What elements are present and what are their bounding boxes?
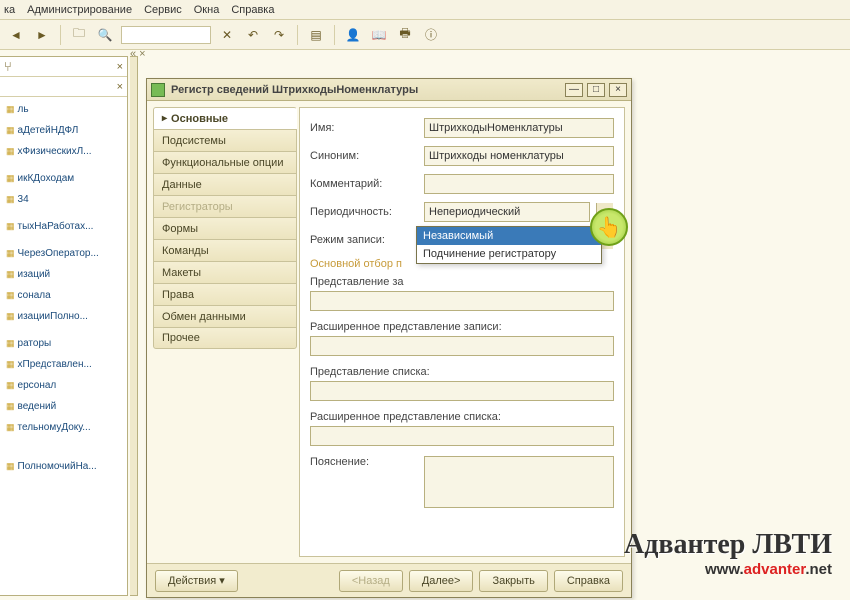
close-dialog-button[interactable]: Закрыть xyxy=(479,570,547,592)
menu-bar: ка Администрирование Сервис Окна Справка xyxy=(0,0,850,20)
menu-item[interactable]: ка xyxy=(4,4,15,16)
nav-tab[interactable]: Данные xyxy=(153,173,297,195)
left-pane: ⑂ × × льаДетейНДФЛхФизическихЛ... икКДохо… xyxy=(0,56,128,596)
tree-item[interactable]: ль xyxy=(0,99,127,120)
close-icon[interactable]: × xyxy=(117,81,123,93)
comment-input[interactable] xyxy=(424,174,614,194)
tree-item[interactable]: ведений xyxy=(0,396,127,417)
rep-record-input[interactable] xyxy=(310,291,614,311)
mode-dropdown[interactable]: Независимый Подчинение регистратору xyxy=(416,226,602,264)
refresh2-icon[interactable]: ↷ xyxy=(269,25,289,45)
db-icon[interactable]: ▤ xyxy=(306,25,326,45)
toolbar: ◄ ► 🗀 🔍 ✕ ↶ ↷ ▤ 👤 📖 🖶 ⓘ xyxy=(0,20,850,50)
tree-item[interactable]: изацииПолно... xyxy=(0,306,127,327)
nav-tab[interactable]: Команды xyxy=(153,239,297,261)
label-synonym: Синоним: xyxy=(310,150,420,162)
tree-item[interactable]: хПредставлен... xyxy=(0,354,127,375)
label-rep-record-ext: Расширенное представление записи: xyxy=(310,321,614,333)
form-area: Имя: Синоним: Комментарий: Периодичность… xyxy=(299,107,625,557)
tree-item[interactable]: ерсонал xyxy=(0,375,127,396)
label-name: Имя: xyxy=(310,122,420,134)
search-input[interactable] xyxy=(121,26,211,44)
rep-list-input[interactable] xyxy=(310,381,614,401)
tree-item[interactable]: изаций xyxy=(0,264,127,285)
label-rep-list-ext: Расширенное представление списка: xyxy=(310,411,614,423)
rep-record-ext-input[interactable] xyxy=(310,336,614,356)
nav-tab[interactable]: Права xyxy=(153,283,297,305)
name-input[interactable] xyxy=(424,118,614,138)
nav-tabs: ОсновныеПодсистемыФункциональные опцииДа… xyxy=(147,101,299,563)
menu-item[interactable]: Администрирование xyxy=(27,4,132,16)
window-title: Регистр сведений ШтрихкодыНоменклатуры xyxy=(171,84,559,96)
synonym-input[interactable] xyxy=(424,146,614,166)
next-button[interactable]: Далее> xyxy=(409,570,474,592)
nav-tab[interactable]: Макеты xyxy=(153,261,297,283)
dropdown-option[interactable]: Независимый xyxy=(417,227,601,245)
info-icon[interactable]: ⓘ xyxy=(421,25,441,45)
watermark: Адвантер ЛВТИ www.advanter.net xyxy=(624,529,832,578)
label-comment: Комментарий: xyxy=(310,178,420,190)
clear-icon[interactable]: ✕ xyxy=(217,25,237,45)
folder-icon[interactable]: 🗀 xyxy=(69,25,89,45)
tree-item[interactable]: ПолномочийНа... xyxy=(0,456,127,477)
nav-tab[interactable]: Подсистемы xyxy=(153,129,297,151)
book-icon[interactable]: 📖 xyxy=(369,25,389,45)
close-icon[interactable]: × xyxy=(117,61,123,73)
label-mode: Режим записи: xyxy=(310,234,420,246)
nav-tab[interactable]: Функциональные опции xyxy=(153,151,297,173)
tree-item[interactable]: раторы xyxy=(0,333,127,354)
rep-list-ext-input[interactable] xyxy=(310,426,614,446)
tree-item[interactable]: аДетейНДФЛ xyxy=(0,120,127,141)
tree-item[interactable]: икКДоходам xyxy=(0,168,127,189)
tree-item[interactable]: ЧерезОператор... xyxy=(0,243,127,264)
dialog-window: Регистр сведений ШтрихкодыНоменклатуры —… xyxy=(146,78,632,598)
minimize-button[interactable]: — xyxy=(565,83,583,97)
label-rep-record: Представление за xyxy=(310,276,614,288)
fwd-icon[interactable]: ► xyxy=(32,25,52,45)
splitter[interactable] xyxy=(130,56,138,596)
tree-item[interactable]: 34 xyxy=(0,189,127,210)
actions-button[interactable]: Действия ▾ xyxy=(155,570,238,592)
label-explain: Пояснение: xyxy=(310,456,420,468)
user-icon[interactable]: 👤 xyxy=(343,25,363,45)
search-icon[interactable]: 🔍 xyxy=(95,25,115,45)
label-period: Периодичность: xyxy=(310,206,420,218)
tree-list[interactable]: льаДетейНДФЛхФизическихЛ... икКДоходам34 т… xyxy=(0,97,127,479)
refresh-icon[interactable]: ↶ xyxy=(243,25,263,45)
back-button[interactable]: <Назад xyxy=(339,570,403,592)
nav-tab[interactable]: Формы xyxy=(153,217,297,239)
chevron-down-icon[interactable]: ▼ xyxy=(596,203,613,221)
register-icon xyxy=(151,83,165,97)
period-combo[interactable] xyxy=(424,202,590,222)
menu-item[interactable]: Сервис xyxy=(144,4,182,16)
title-bar[interactable]: Регистр сведений ШтрихкодыНоменклатуры —… xyxy=(147,79,631,101)
back-icon[interactable]: ◄ xyxy=(6,25,26,45)
tree-item[interactable]: тыхНаРаботах... xyxy=(0,216,127,237)
menu-item[interactable]: Окна xyxy=(194,4,220,16)
nav-tab[interactable]: Регистраторы xyxy=(153,195,297,217)
tree-item[interactable]: хФизическихЛ... xyxy=(0,141,127,162)
workspace: « × ⑂ × × льаДетейНДФЛхФизическихЛ...икК… xyxy=(0,50,850,600)
nav-tab[interactable]: Прочее xyxy=(153,327,297,349)
filter-icon[interactable]: ⑂ xyxy=(4,59,12,74)
dropdown-option[interactable]: Подчинение регистратору xyxy=(417,245,601,263)
print-icon[interactable]: 🖶 xyxy=(395,25,415,45)
help-button[interactable]: Справка xyxy=(554,570,623,592)
nav-tab[interactable]: Основные xyxy=(153,107,297,129)
tree-item[interactable]: сонала xyxy=(0,285,127,306)
nav-tab[interactable]: Обмен данными xyxy=(153,305,297,327)
maximize-button[interactable]: □ xyxy=(587,83,605,97)
label-rep-list: Представление списка: xyxy=(310,366,614,378)
explain-textarea[interactable] xyxy=(424,456,614,508)
tree-item[interactable]: тельномуДоку... xyxy=(0,417,127,438)
dialog-buttons: Действия ▾ <Назад Далее> Закрыть Справка xyxy=(147,563,631,597)
close-button[interactable]: × xyxy=(609,83,627,97)
menu-item[interactable]: Справка xyxy=(231,4,274,16)
